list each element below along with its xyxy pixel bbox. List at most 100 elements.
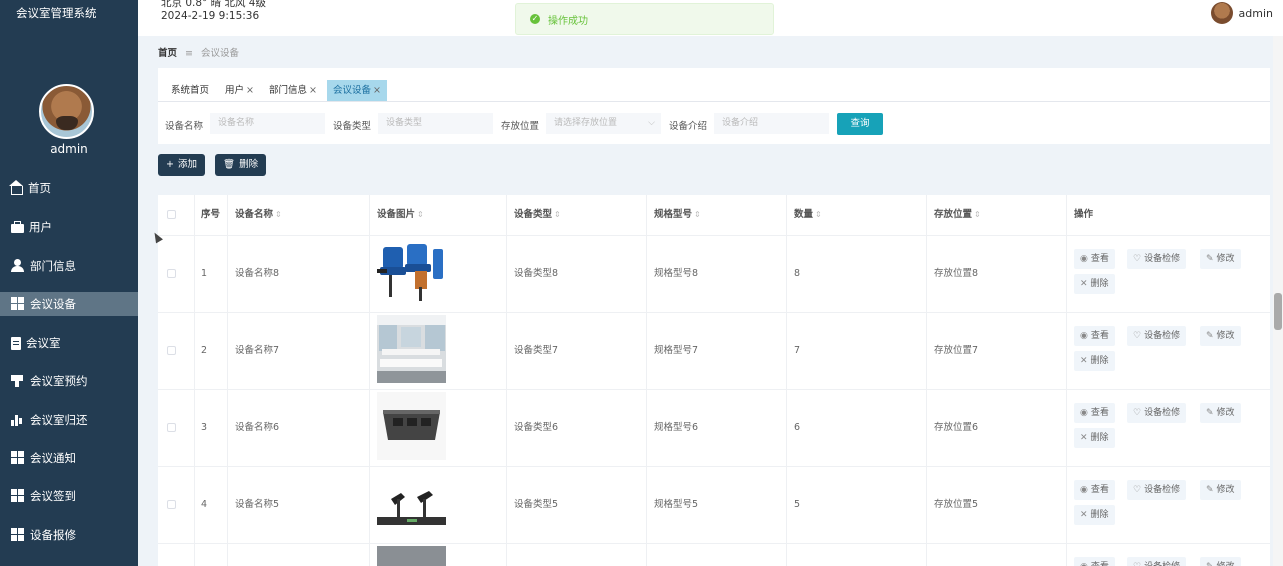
- view-button[interactable]: ◉查看: [1074, 480, 1115, 500]
- close-icon[interactable]: ×: [309, 85, 317, 96]
- intro-input[interactable]: 设备介绍: [714, 113, 829, 134]
- sidebar-item-meeting-notice[interactable]: 会议通知: [0, 446, 138, 470]
- row-checkbox[interactable]: [167, 500, 176, 509]
- row-type: 设备类型7: [514, 345, 559, 356]
- header-actions: 操作: [1074, 209, 1094, 220]
- add-button[interactable]: + 添加: [158, 154, 205, 176]
- row-name: 设备名称8: [235, 268, 280, 279]
- tab-label: 系统首页: [171, 85, 210, 96]
- briefcase-icon: [11, 221, 24, 233]
- edit-icon: ✎: [1206, 254, 1214, 264]
- edit-button[interactable]: ✎修改: [1200, 557, 1241, 566]
- edit-button[interactable]: ✎修改: [1200, 480, 1241, 500]
- row-location: 存放位置6: [934, 422, 979, 433]
- delete-button[interactable]: ✕ 删除: [1074, 351, 1115, 371]
- name-label: 设备名称: [165, 121, 204, 132]
- type-input[interactable]: 设备类型: [378, 113, 493, 134]
- row-model: 规格型号8: [654, 268, 699, 279]
- tab-users[interactable]: 用户 ×: [225, 80, 254, 101]
- sidebar-item-meeting-checkin[interactable]: 会议签到: [0, 484, 138, 508]
- sidebar-item-label: 会议签到: [30, 489, 76, 503]
- row-model: 规格型号5: [654, 499, 699, 510]
- sidebar-item-users[interactable]: 用户: [0, 215, 138, 239]
- sidebar-item-meeting-room[interactable]: 会议室: [0, 331, 138, 355]
- bar-chart-icon: [11, 413, 25, 427]
- header-quantity[interactable]: 数量 ⇕: [794, 195, 822, 235]
- breadcrumb-home[interactable]: 首页: [158, 48, 177, 59]
- user-name: admin: [1238, 6, 1273, 20]
- user-icon: [11, 259, 25, 273]
- eye-icon: ◉: [1080, 562, 1088, 566]
- avatar: [1210, 2, 1233, 24]
- header-model[interactable]: 规格型号 ⇕: [654, 195, 701, 235]
- name-input[interactable]: 设备名称: [210, 113, 325, 134]
- row-location: 存放位置7: [934, 345, 979, 356]
- row-checkbox[interactable]: [167, 423, 176, 432]
- scrollbar-thumb[interactable]: [1274, 293, 1282, 330]
- page-scrollbar[interactable]: [1273, 36, 1283, 566]
- repair-button[interactable]: ♡设备检修: [1127, 326, 1187, 346]
- row-model: 规格型号6: [654, 422, 699, 433]
- delete-button[interactable]: ✕ 删除: [1074, 505, 1115, 525]
- sort-icon: ⇕: [275, 210, 282, 219]
- view-button[interactable]: ◉查看: [1074, 403, 1115, 423]
- header-name[interactable]: 设备名称 ⇕: [235, 195, 282, 235]
- chevron-down-icon: ⌵: [648, 118, 655, 128]
- sidebar-item-room-booking[interactable]: 会议室预约: [0, 369, 138, 393]
- grid-icon: [11, 297, 25, 311]
- repair-button[interactable]: ♡设备检修: [1127, 480, 1187, 500]
- edit-button[interactable]: ✎修改: [1200, 326, 1241, 346]
- eye-icon: ◉: [1080, 331, 1088, 341]
- view-button[interactable]: ◉查看: [1074, 557, 1115, 566]
- select-all-checkbox[interactable]: [167, 210, 176, 219]
- tab-bar: 系统首页 用户 × 部门信息 × 会议设备 ×: [158, 80, 1270, 102]
- close-icon[interactable]: ×: [373, 85, 381, 96]
- close-icon: ✕: [1080, 510, 1088, 520]
- query-button[interactable]: 查询: [837, 113, 883, 135]
- eye-icon: ◉: [1080, 485, 1088, 495]
- row-quantity: 5: [794, 499, 801, 510]
- delete-button[interactable]: ✕ 删除: [1074, 274, 1115, 294]
- edit-button[interactable]: ✎修改: [1200, 403, 1241, 423]
- sidebar-admin-name: admin: [50, 142, 88, 156]
- row-checkbox[interactable]: [167, 346, 176, 355]
- plus-icon: +: [166, 159, 174, 170]
- view-button[interactable]: ◉查看: [1074, 249, 1115, 269]
- row-quantity: 6: [794, 422, 801, 433]
- view-button[interactable]: ◉查看: [1074, 326, 1115, 346]
- sidebar-item-label: 首页: [28, 181, 51, 195]
- edit-button[interactable]: ✎修改: [1200, 249, 1241, 269]
- sidebar-item-meeting-equipment[interactable]: 会议设备: [0, 292, 138, 316]
- sidebar-item-home[interactable]: 首页: [0, 176, 138, 200]
- sidebar-item-equipment-repair[interactable]: 设备报修: [0, 523, 138, 547]
- equipment-image-chairs: [377, 239, 446, 307]
- header-location[interactable]: 存放位置 ⇕: [934, 195, 981, 235]
- sidebar-item-label: 用户: [29, 220, 52, 234]
- batch-delete-button[interactable]: 🗑 删除: [215, 154, 267, 176]
- tab-label: 会议设备: [333, 85, 372, 96]
- repair-button[interactable]: ♡设备检修: [1127, 557, 1187, 566]
- header-image[interactable]: 设备图片 ⇕: [377, 195, 424, 235]
- header-type[interactable]: 设备类型 ⇕: [514, 195, 561, 235]
- weather-text: 北京 0.8° 晴 北风 4级: [161, 0, 266, 9]
- repair-button[interactable]: ♡设备检修: [1127, 403, 1187, 423]
- tab-department[interactable]: 部门信息 ×: [269, 80, 317, 101]
- row-checkbox[interactable]: [167, 269, 176, 278]
- row-name: 设备名称7: [235, 345, 280, 356]
- edit-icon: ✎: [1206, 485, 1214, 495]
- sort-icon: ⇕: [554, 210, 561, 219]
- row-index: 1: [201, 268, 208, 279]
- success-toast: ✓ 操作成功: [515, 3, 774, 35]
- row-name: 设备名称5: [235, 499, 280, 510]
- equipment-table: 序号 设备名称 ⇕ 设备图片 ⇕ 设备类型 ⇕ 规格型号 ⇕ 数量 ⇕ 存放位置 ⇕ 操作 …: [158, 195, 1270, 566]
- tab-system-home[interactable]: 系统首页: [171, 80, 209, 101]
- equipment-image-partial: [377, 546, 446, 566]
- repair-button[interactable]: ♡设备检修: [1127, 249, 1187, 269]
- delete-button[interactable]: ✕ 删除: [1074, 428, 1115, 448]
- user-menu[interactable]: admin: [1210, 2, 1273, 24]
- sidebar-item-department[interactable]: 部门信息: [0, 254, 138, 278]
- tab-meeting-equipment[interactable]: 会议设备 ×: [327, 80, 387, 101]
- close-icon[interactable]: ×: [246, 85, 254, 96]
- sidebar-item-room-return[interactable]: 会议室归还: [0, 408, 138, 432]
- location-select[interactable]: 请选择存放位置 ⌵: [546, 113, 661, 134]
